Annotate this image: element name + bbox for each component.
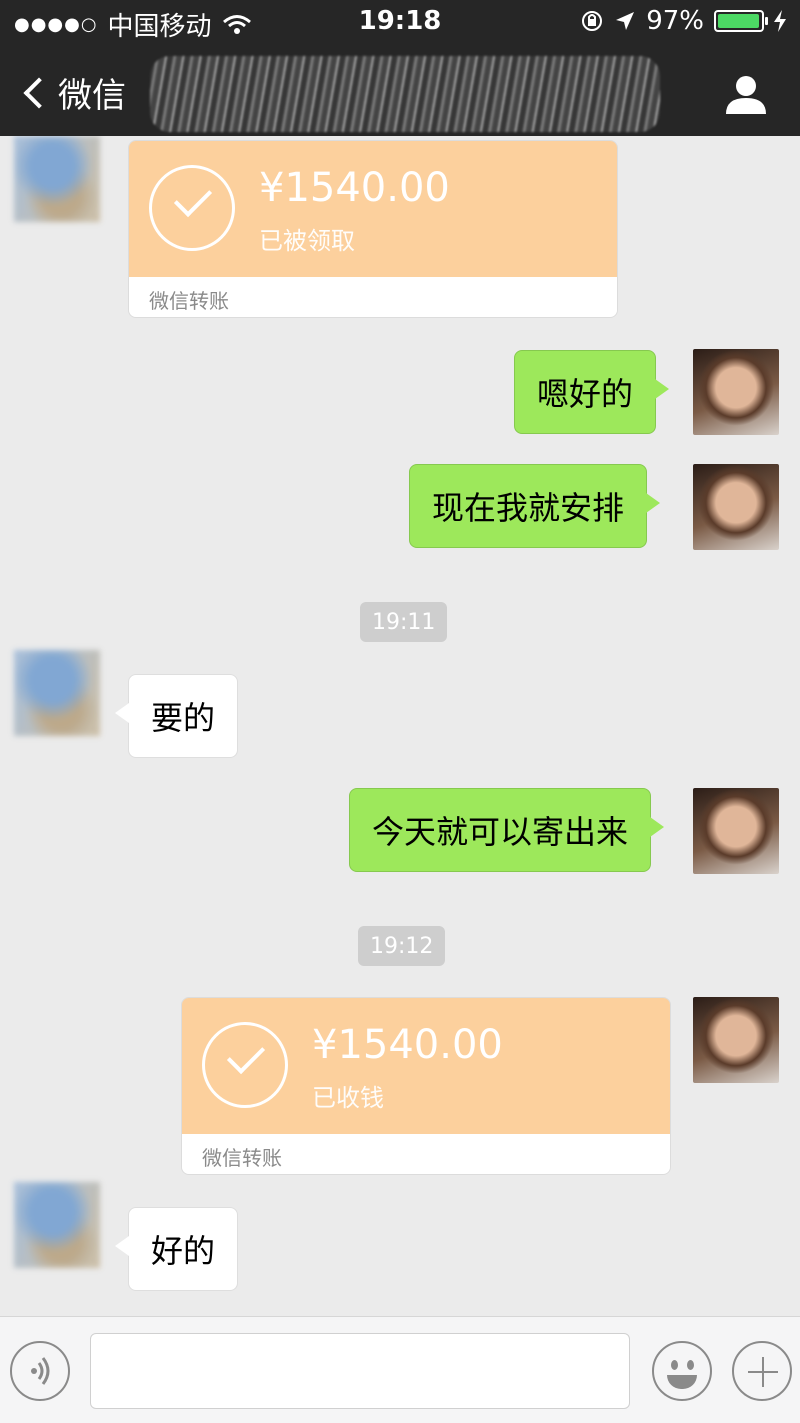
outgoing-message[interactable]: 嗯好的 [514,350,670,434]
chevron-left-icon [23,76,55,109]
transfer-footer: 微信转账 [129,277,617,317]
emoji-button[interactable] [652,1341,712,1401]
my-avatar[interactable] [693,788,779,874]
status-bar: ●●●●○ 中国移动 19:18 97% [0,0,800,44]
voice-icon [31,1357,50,1385]
timestamp: 19:11 [360,602,448,642]
transfer-amount: ¥1540.00 [259,165,450,211]
chat-area[interactable]: ¥1540.00 已被领取 微信转账 嗯好的 现在我就安排 19:11 要的 今… [0,136,800,1316]
redacted-chat-title [150,56,660,132]
transfer-message[interactable]: ¥1540.00 已被领取 微信转账 [128,140,618,318]
transfer-amount: ¥1540.00 [312,1022,503,1068]
charging-icon [774,10,786,32]
transfer-status: 已被领取 [259,227,355,255]
timestamp: 19:12 [358,926,446,966]
battery-fill [718,14,759,28]
contact-avatar[interactable] [14,1182,100,1268]
my-avatar[interactable] [693,997,779,1083]
transfer-footer: 微信转账 [182,1134,670,1174]
incoming-message[interactable]: 要的 [114,674,239,758]
my-avatar[interactable] [693,464,779,550]
battery-icon [714,10,768,32]
outgoing-message[interactable]: 现在我就安排 [409,464,661,548]
input-toolbar [0,1316,800,1423]
navigation-bar: 微信 [0,50,800,136]
emoji-icon [671,1360,678,1370]
transfer-message[interactable]: ¥1540.00 已收钱 微信转账 [181,997,671,1175]
outgoing-message[interactable]: 今天就可以寄出来 [349,788,665,872]
incoming-message[interactable]: 好的 [114,1207,239,1291]
transfer-status: 已收钱 [312,1084,384,1112]
profile-icon[interactable] [724,72,768,116]
battery-percent: 97% [646,6,704,36]
my-avatar[interactable] [693,349,779,435]
rotation-lock-icon [582,11,603,31]
contact-avatar[interactable] [14,650,100,736]
voice-button[interactable] [10,1341,70,1401]
check-circle-icon [202,1022,288,1108]
top-bar: ●●●●○ 中国移动 19:18 97% 微信 [0,0,800,136]
contact-avatar[interactable] [14,136,100,222]
message-input[interactable] [90,1333,630,1409]
more-button[interactable] [732,1341,792,1401]
check-circle-icon [149,165,235,251]
location-icon [616,12,635,30]
back-button[interactable]: 微信 [20,68,126,117]
back-label: 微信 [58,76,126,116]
